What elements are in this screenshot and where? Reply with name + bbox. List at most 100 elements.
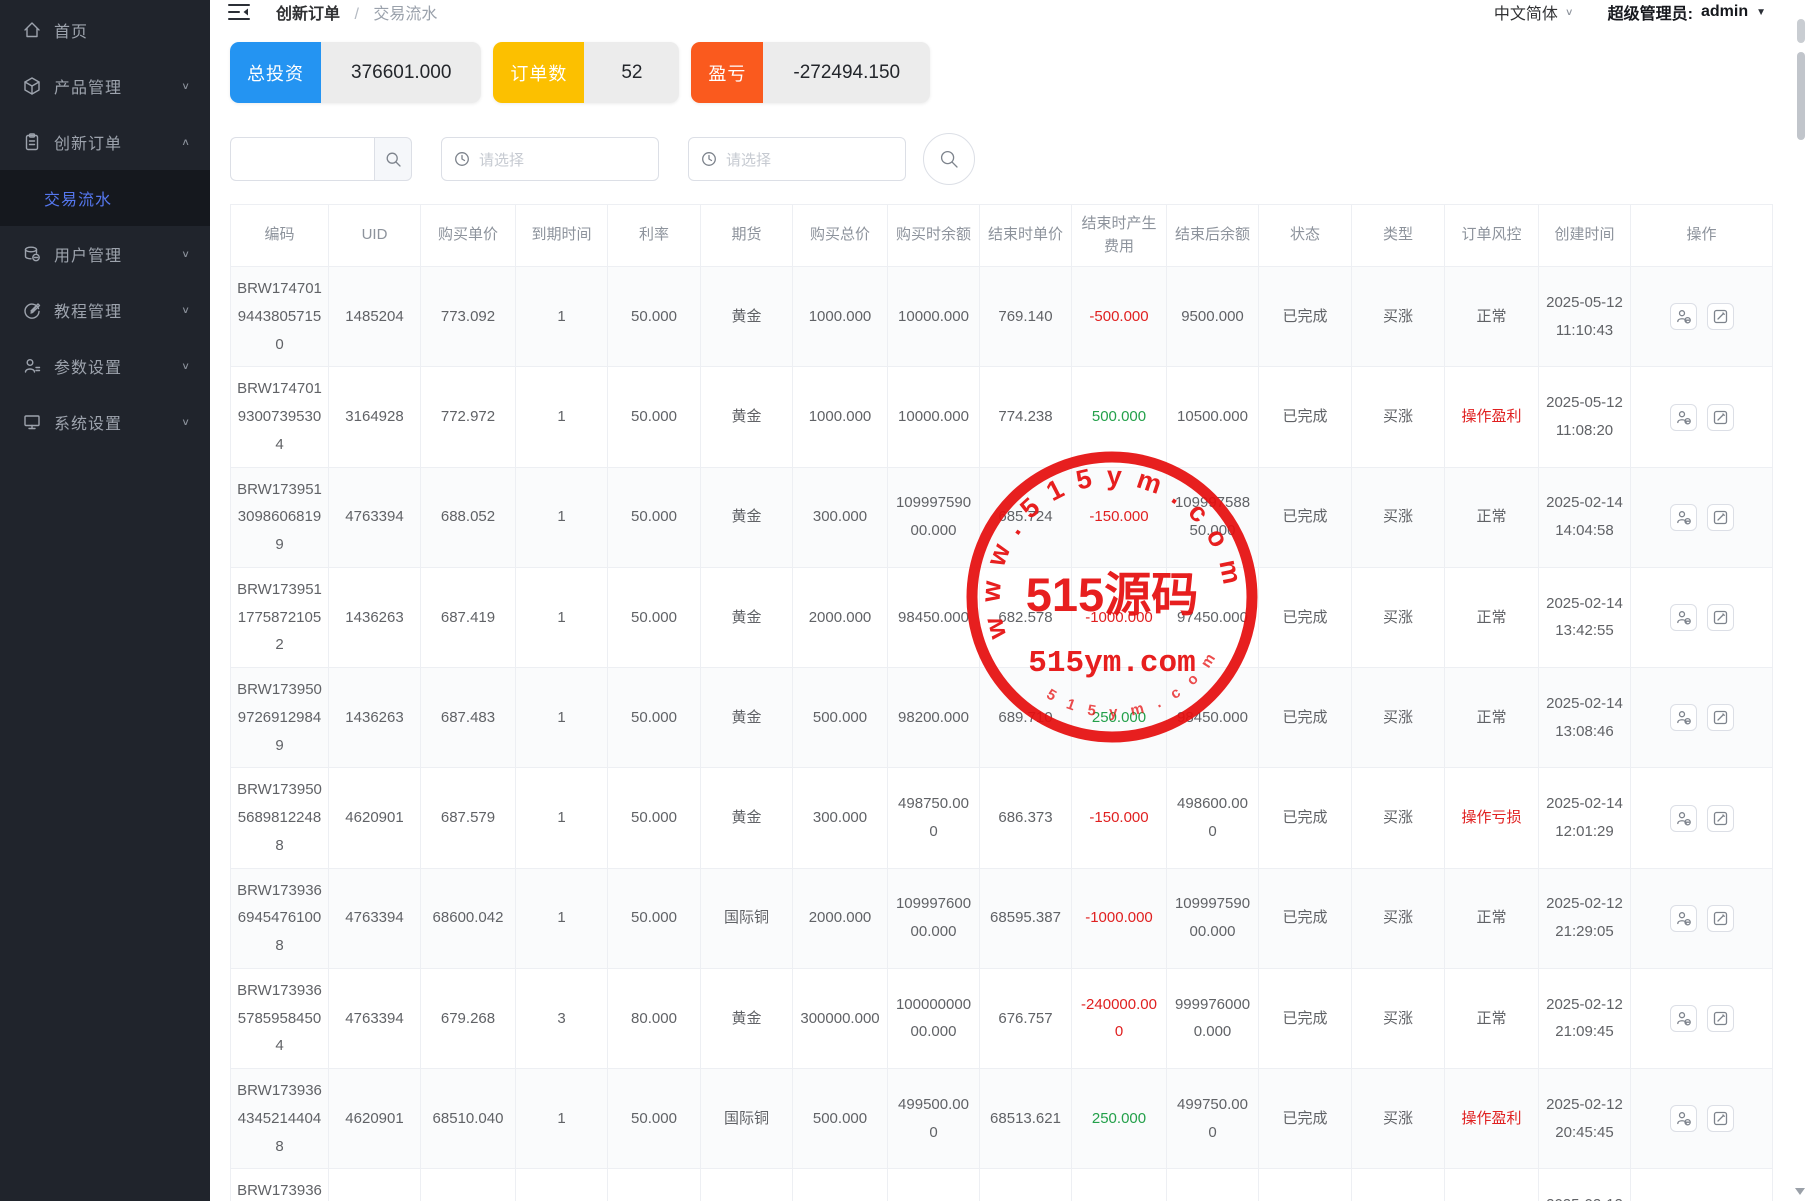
stat-value: -272494.150 (763, 42, 930, 103)
user-detail-button[interactable] (1670, 404, 1697, 431)
stat-card-profit-loss: 盈亏 -272494.150 (691, 42, 930, 103)
edit-order-button[interactable] (1707, 604, 1734, 631)
cell-expire: 3 (516, 968, 608, 1068)
edit-order-button[interactable] (1707, 404, 1734, 431)
sidebar-item-parameters[interactable]: 参数设置 ∨ (0, 338, 210, 394)
stat-label: 总投资 (230, 42, 321, 103)
edit-order-button[interactable] (1707, 905, 1734, 932)
sidebar-subitem-transaction-flow[interactable]: 交易流水 (0, 170, 210, 226)
sidebar-item-label: 用户管理 (54, 242, 181, 266)
column-header: 结束时单价 (980, 205, 1072, 267)
app-root: 首页 产品管理 ∨ 创新订单 ∧ 交易流水 用户管理 ∨ (0, 0, 1806, 1201)
sidebar-item-label: 产品管理 (54, 74, 181, 98)
user-detail-button[interactable] (1670, 303, 1697, 330)
edit-order-button[interactable] (1707, 303, 1734, 330)
date-to-input[interactable]: 请选择 (688, 137, 906, 181)
edit-order-button[interactable] (1707, 504, 1734, 531)
sidebar-item-label: 教程管理 (54, 298, 181, 322)
column-header: 购买单价 (421, 205, 516, 267)
menu-fold-icon[interactable] (228, 3, 250, 21)
chevron-down-icon: ∨ (181, 304, 190, 315)
cell-end: 676.757 (980, 968, 1072, 1068)
cell-created: 2025-02-14 14:04:58 (1539, 467, 1631, 567)
column-header: 结束时产生费用 (1072, 205, 1167, 267)
cell-expire: 1 (516, 868, 608, 968)
cell-created: 2025-02-12 20:20:17 (1539, 1169, 1631, 1201)
clipboard-icon (22, 132, 42, 152)
sidebar-item-tutorials[interactable]: 教程管理 ∨ (0, 282, 210, 338)
cell-price: 688.052 (421, 467, 516, 567)
user-detail-button[interactable] (1670, 905, 1697, 932)
cell-after: 9999760000.000 (1167, 968, 1259, 1068)
column-header: 操作 (1631, 205, 1773, 267)
sidebar-item-products[interactable]: 产品管理 ∨ (0, 58, 210, 114)
cell-total: 2000.000 (793, 868, 888, 968)
cell-created: 2025-05-12 11:08:20 (1539, 367, 1631, 467)
cell-type: 买涨 (1352, 768, 1445, 868)
topbar: 创新订单 / 交易流水 中文简体 ∨ 超级管理员: admin ▼ (210, 0, 1806, 24)
table-row: BRW173951309860681994763394688.052150.00… (231, 467, 1773, 567)
cell-type: 买涨 (1352, 1169, 1445, 1201)
search-input[interactable] (230, 137, 374, 181)
chevron-down-icon: ∨ (181, 416, 190, 427)
user-role-label: 超级管理员: (1608, 0, 1693, 24)
stats-cards: 总投资 376601.000 订单数 52 盈亏 -272494.150 (230, 42, 1806, 103)
user-detail-button[interactable] (1670, 1105, 1697, 1132)
column-header: 创建时间 (1539, 205, 1631, 267)
stat-label: 订单数 (493, 42, 584, 103)
breadcrumb: 创新订单 / 交易流水 (276, 0, 437, 24)
scrollbar-nub[interactable] (1797, 19, 1805, 43)
user-menu[interactable]: 超级管理员: admin ▼ (1608, 0, 1766, 24)
user-detail-button[interactable] (1670, 805, 1697, 832)
scroll-down-arrow-icon[interactable] (1795, 1188, 1805, 1195)
search-button[interactable] (923, 133, 975, 185)
cell-status: 已完成 (1259, 467, 1352, 567)
cell-rate: 50.000 (608, 1069, 701, 1169)
table-header: 编码UID购买单价到期时间利率期货购买总价购买时余额结束时单价结束时产生费用结束… (231, 205, 1773, 267)
user-detail-button[interactable] (1670, 704, 1697, 731)
table-row: BRW173936578595845044763394679.268380.00… (231, 968, 1773, 1068)
language-selector[interactable]: 中文简体 ∨ (1494, 0, 1574, 24)
search-icon (939, 149, 959, 169)
cell-fee: -500.000 (1072, 267, 1167, 367)
sidebar-item-system[interactable]: 系统设置 ∨ (0, 394, 210, 450)
cell-type: 买涨 (1352, 567, 1445, 667)
cell-before: 98450.000 (888, 567, 980, 667)
clock-icon (701, 151, 717, 167)
cell-uid: 1436263 (329, 668, 421, 768)
cell-type: 买涨 (1352, 868, 1445, 968)
sidebar-item-innovative-orders[interactable]: 创新订单 ∧ (0, 114, 210, 170)
search-append-button[interactable] (374, 137, 412, 181)
cell-end: 769.140 (980, 267, 1072, 367)
chevron-down-icon: ∨ (181, 80, 190, 91)
edit-order-button[interactable] (1707, 1005, 1734, 1032)
cell-risk: 正常 (1445, 668, 1539, 768)
column-header: 结束后余额 (1167, 205, 1259, 267)
breadcrumb-parent[interactable]: 创新订单 (276, 6, 340, 23)
date-from-input[interactable]: 请选择 (441, 137, 659, 181)
cell-fee: -150.000 (1072, 768, 1167, 868)
sidebar-item-users[interactable]: 用户管理 ∨ (0, 226, 210, 282)
cell-after: 498600.000 (1167, 768, 1259, 868)
user-detail-button[interactable] (1670, 1005, 1697, 1032)
cell-rate: 50.000 (608, 267, 701, 367)
cell-expire: 1 (516, 1069, 608, 1169)
chevron-down-icon: ∨ (1565, 6, 1574, 17)
stat-card-order-count: 订单数 52 (493, 42, 679, 103)
scrollbar-thumb[interactable] (1797, 52, 1805, 140)
user-detail-button[interactable] (1670, 604, 1697, 631)
cell-futures: 黄金 (701, 668, 793, 768)
sidebar-item-home[interactable]: 首页 (0, 2, 210, 58)
edit-order-button[interactable] (1707, 805, 1734, 832)
user-detail-button[interactable] (1670, 504, 1697, 531)
cell-futures: 黄金 (701, 267, 793, 367)
scrollbar[interactable] (1796, 0, 1806, 1201)
cell-rate: 50.000 (608, 1169, 701, 1201)
edit-order-button[interactable] (1707, 704, 1734, 731)
cell-end: 689.710 (980, 668, 1072, 768)
cell-end: 68595.387 (980, 868, 1072, 968)
cell-actions (1631, 768, 1773, 868)
cell-risk: 正常 (1445, 968, 1539, 1068)
edit-order-button[interactable] (1707, 1105, 1734, 1132)
cell-after: 499750.000 (1167, 1069, 1259, 1169)
